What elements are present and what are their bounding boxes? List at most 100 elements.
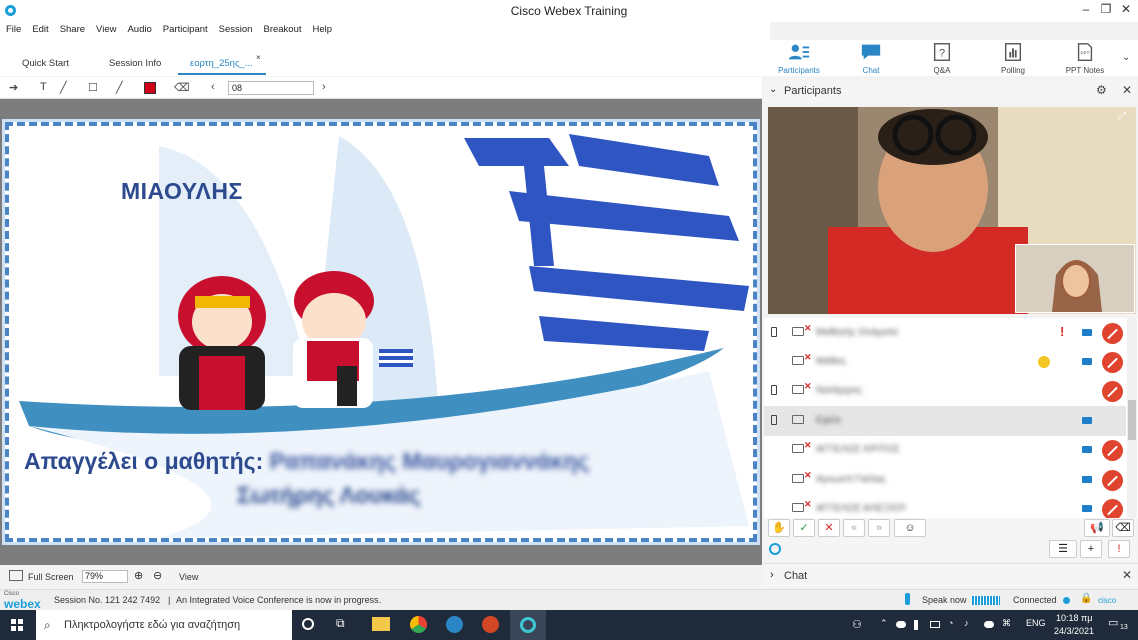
clock-time[interactable]: 10:18 πμ	[1056, 613, 1092, 623]
cloud-icon[interactable]	[984, 621, 994, 628]
chrome-icon[interactable]	[410, 616, 427, 633]
tab-qa[interactable]: ? Q&A	[913, 40, 971, 75]
scrollbar-thumb[interactable]	[1128, 400, 1136, 440]
announce-icon[interactable]: 📢	[1084, 519, 1110, 537]
menu-session[interactable]: Session	[219, 22, 253, 40]
text-tool-icon[interactable]: T	[40, 81, 47, 93]
tab-polling[interactable]: Polling	[984, 40, 1042, 75]
language-indicator[interactable]: ENG	[1026, 618, 1046, 628]
zoom-select[interactable]: 79%	[82, 570, 128, 583]
next-page-icon[interactable]: ›	[322, 81, 326, 93]
webex-status-icon[interactable]	[769, 543, 781, 555]
zoom-in-icon[interactable]: ⊕	[134, 569, 143, 582]
close-button[interactable]: ✕	[1116, 2, 1136, 16]
participant-list-scrollbar[interactable]	[1127, 318, 1137, 518]
cortana-icon[interactable]	[302, 618, 314, 630]
tray-chevron-icon[interactable]: ⌃	[880, 618, 888, 629]
menu-audio[interactable]: Audio	[127, 22, 151, 40]
tab-session-info[interactable]: Session Info	[109, 58, 161, 69]
muted-x-icon: ✕	[804, 470, 812, 480]
list-item-selected[interactable]: Εφέλι	[764, 406, 1126, 436]
notifications-icon[interactable]: ▭	[1108, 616, 1118, 629]
close-chat-icon[interactable]: ✕	[1122, 568, 1132, 582]
list-item[interactable]: ✕ Αγνωστί Γκέλας	[764, 465, 1126, 495]
line-tool-icon[interactable]: ╱	[60, 81, 67, 94]
panel-more-chevron-icon[interactable]: ⌄	[1122, 52, 1130, 63]
expand-video-icon[interactable]: ⤢	[1118, 111, 1126, 122]
powerpoint-icon[interactable]	[482, 616, 499, 633]
taskbar-search-input[interactable]: ⌕ Πληκτρολογήστε εδώ για αναζήτηση	[36, 610, 292, 640]
wifi-icon[interactable]: ◔	[948, 618, 953, 628]
yes-check-icon[interactable]: ✓	[793, 519, 815, 537]
no-x-icon[interactable]: ✕	[818, 519, 840, 537]
rectangle-tool-icon[interactable]: ☐	[88, 81, 98, 94]
list-item[interactable]: ✕ ΑΓΓΕΛΟΣ ΚΡΙΤΟΣ	[764, 435, 1126, 465]
list-item[interactable]: ✕ Μαθητής Ονόματα !	[764, 318, 1126, 348]
mic-muted-icon[interactable]	[1102, 352, 1123, 373]
tab-participants[interactable]: Participants	[770, 40, 828, 75]
settings-gear-icon[interactable]: ⚙	[1096, 83, 1107, 97]
pen-tool-icon[interactable]: ╱	[116, 81, 123, 94]
phone-device-icon	[771, 327, 777, 337]
tab-quick-start[interactable]: Quick Start	[22, 58, 69, 69]
minimize-button[interactable]: –	[1076, 2, 1096, 16]
menu-share[interactable]: Share	[60, 22, 85, 40]
tab-close-icon[interactable]: ×	[256, 53, 261, 62]
mic-tray-icon[interactable]	[914, 620, 918, 630]
mic-muted-icon[interactable]	[1102, 470, 1123, 491]
slower-icon[interactable]: «	[843, 519, 865, 537]
menu-participant[interactable]: Participant	[163, 22, 208, 40]
list-view-icon[interactable]: ☰	[1049, 540, 1077, 558]
full-screen-label[interactable]: Full Screen	[28, 572, 74, 582]
maximize-button[interactable]: ❐	[1096, 2, 1116, 16]
raise-hand-icon[interactable]: ✋	[768, 519, 790, 537]
menu-file[interactable]: File	[6, 22, 21, 40]
webex-taskbar-app[interactable]	[510, 610, 546, 640]
collapse-chevron-icon[interactable]: ⌄	[769, 84, 777, 95]
menu-edit[interactable]: Edit	[32, 22, 48, 40]
prev-page-icon[interactable]: ‹	[211, 81, 215, 93]
list-item[interactable]: ✕ Μάθος	[764, 347, 1126, 377]
mic-muted-icon[interactable]	[1102, 323, 1123, 344]
list-item[interactable]: ✕ ΑΓΓΕΛΟΣ ΑΛΕΞΙΟΥ	[764, 494, 1126, 518]
chat-panel-header[interactable]: › Chat ✕	[764, 563, 1138, 587]
clear-icon[interactable]: ⌫	[1112, 519, 1134, 537]
zoom-out-icon[interactable]: ⊖	[153, 569, 162, 582]
volume-icon[interactable]: ♪	[964, 618, 969, 628]
expand-chevron-icon[interactable]: ›	[770, 569, 774, 581]
view-menu[interactable]: View	[179, 572, 198, 582]
list-item[interactable]: ✕ Νατάρχιος	[764, 376, 1126, 406]
close-panel-icon[interactable]: ✕	[1122, 83, 1132, 97]
windows-start-icon[interactable]	[11, 619, 23, 631]
participant-name: ΑΓΓΕΛΟΣ ΑΛΕΞΙΟΥ	[816, 503, 907, 514]
faster-icon[interactable]: »	[868, 519, 890, 537]
task-view-icon[interactable]: ⧉	[336, 616, 345, 631]
menu-view[interactable]: View	[96, 22, 116, 40]
eraser-tool-icon[interactable]: ⌫	[174, 81, 190, 94]
emoji-picker-icon[interactable]: ☺	[894, 519, 926, 537]
people-icon[interactable]: ⚇	[852, 618, 862, 631]
menu-help[interactable]: Help	[313, 22, 333, 40]
clock-date[interactable]: 24/3/2021	[1054, 626, 1094, 636]
mic-muted-icon[interactable]	[1102, 381, 1123, 402]
tab-chat[interactable]: Chat	[842, 40, 900, 75]
alert-icon[interactable]: !	[1108, 540, 1130, 558]
tab-ppt-notes[interactable]: PPT PPT Notes	[1056, 40, 1114, 75]
edge-icon[interactable]	[446, 616, 463, 633]
onedrive-icon[interactable]	[896, 621, 906, 628]
tab-presentation[interactable]: εορτη_25ης_...	[190, 58, 253, 69]
battery-icon[interactable]	[930, 621, 940, 628]
page-number-input[interactable]: 08	[228, 81, 314, 95]
mic-icon[interactable]	[905, 593, 910, 605]
mic-muted-icon[interactable]	[1102, 440, 1123, 461]
network-icon[interactable]: ⌘	[1002, 618, 1011, 629]
full-screen-icon[interactable]	[9, 570, 23, 581]
file-explorer-icon[interactable]	[372, 617, 390, 631]
tab-polling-label: Polling	[1000, 66, 1025, 75]
add-participant-icon[interactable]: +	[1080, 540, 1102, 558]
polling-icon	[1004, 43, 1022, 61]
pointer-tool-icon[interactable]: ➔	[9, 81, 18, 94]
mic-muted-icon[interactable]	[1102, 499, 1123, 518]
color-picker-icon[interactable]	[144, 82, 156, 94]
menu-breakout[interactable]: Breakout	[263, 22, 301, 40]
